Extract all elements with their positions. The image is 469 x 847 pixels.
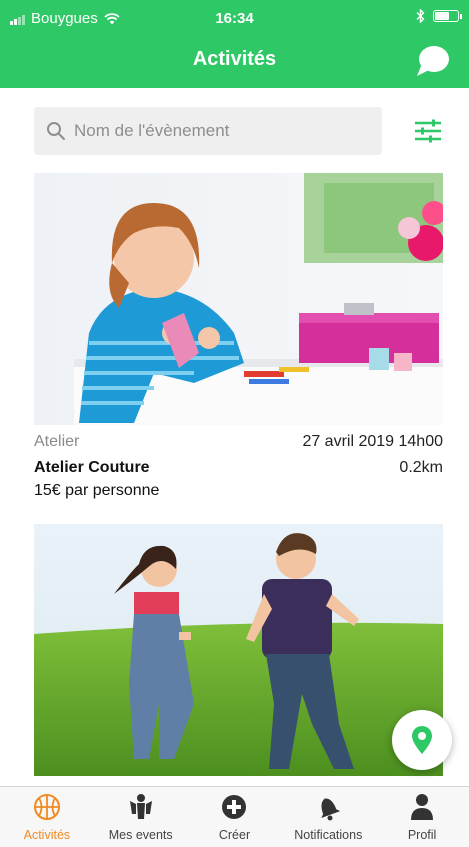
activity-image-sewing[interactable]: [34, 173, 443, 425]
tab-label: Mes events: [108, 828, 173, 842]
bluetooth-icon: [416, 9, 425, 23]
battery-icon: [433, 10, 462, 22]
activity-date: 27 avril 2019 14h00: [302, 433, 443, 450]
activity-price: 15€ par personne: [34, 482, 160, 499]
status-bar: Bouygues 16:34: [0, 0, 469, 38]
tab-activites[interactable]: Activités: [0, 787, 94, 847]
tab-label: Notifications: [294, 828, 363, 842]
tab-bar: Activités Mes events Créer Notifications…: [0, 786, 469, 847]
tab-creer[interactable]: Créer: [188, 787, 282, 847]
status-right: [416, 9, 462, 23]
tab-label: Activités: [23, 828, 71, 842]
people-icon: [129, 794, 152, 819]
tab-mes-events[interactable]: Mes events: [94, 787, 188, 847]
activity-category: Atelier: [34, 433, 80, 450]
chat-bubble-icon: [417, 46, 449, 76]
user-icon: [411, 794, 434, 820]
page-title: Activités: [192, 48, 277, 70]
filter-button[interactable]: [410, 113, 446, 149]
tab-notifications[interactable]: Notifications: [281, 787, 375, 847]
search-icon: [47, 122, 65, 140]
chat-button[interactable]: [413, 42, 453, 80]
search-bar: [34, 107, 382, 155]
basketball-icon: [33, 794, 60, 820]
search-input[interactable]: [74, 121, 354, 141]
status-time: 16:34: [215, 10, 254, 27]
bell-icon: [321, 798, 341, 821]
app-header: Bouygues 16:34 Activités: [0, 0, 469, 88]
activity-title[interactable]: Atelier Couture: [34, 459, 150, 477]
tab-profil[interactable]: Profil: [375, 787, 469, 847]
tab-label: Créer: [218, 828, 251, 842]
sliders-icon: [415, 119, 441, 143]
activity-distance: 0.2km: [399, 459, 443, 476]
tab-label: Profil: [407, 828, 437, 842]
map-pin-icon: [412, 726, 432, 754]
map-button[interactable]: [392, 710, 452, 770]
activity-image-outdoor[interactable]: [34, 524, 443, 776]
plus-circle-icon: [222, 795, 247, 819]
